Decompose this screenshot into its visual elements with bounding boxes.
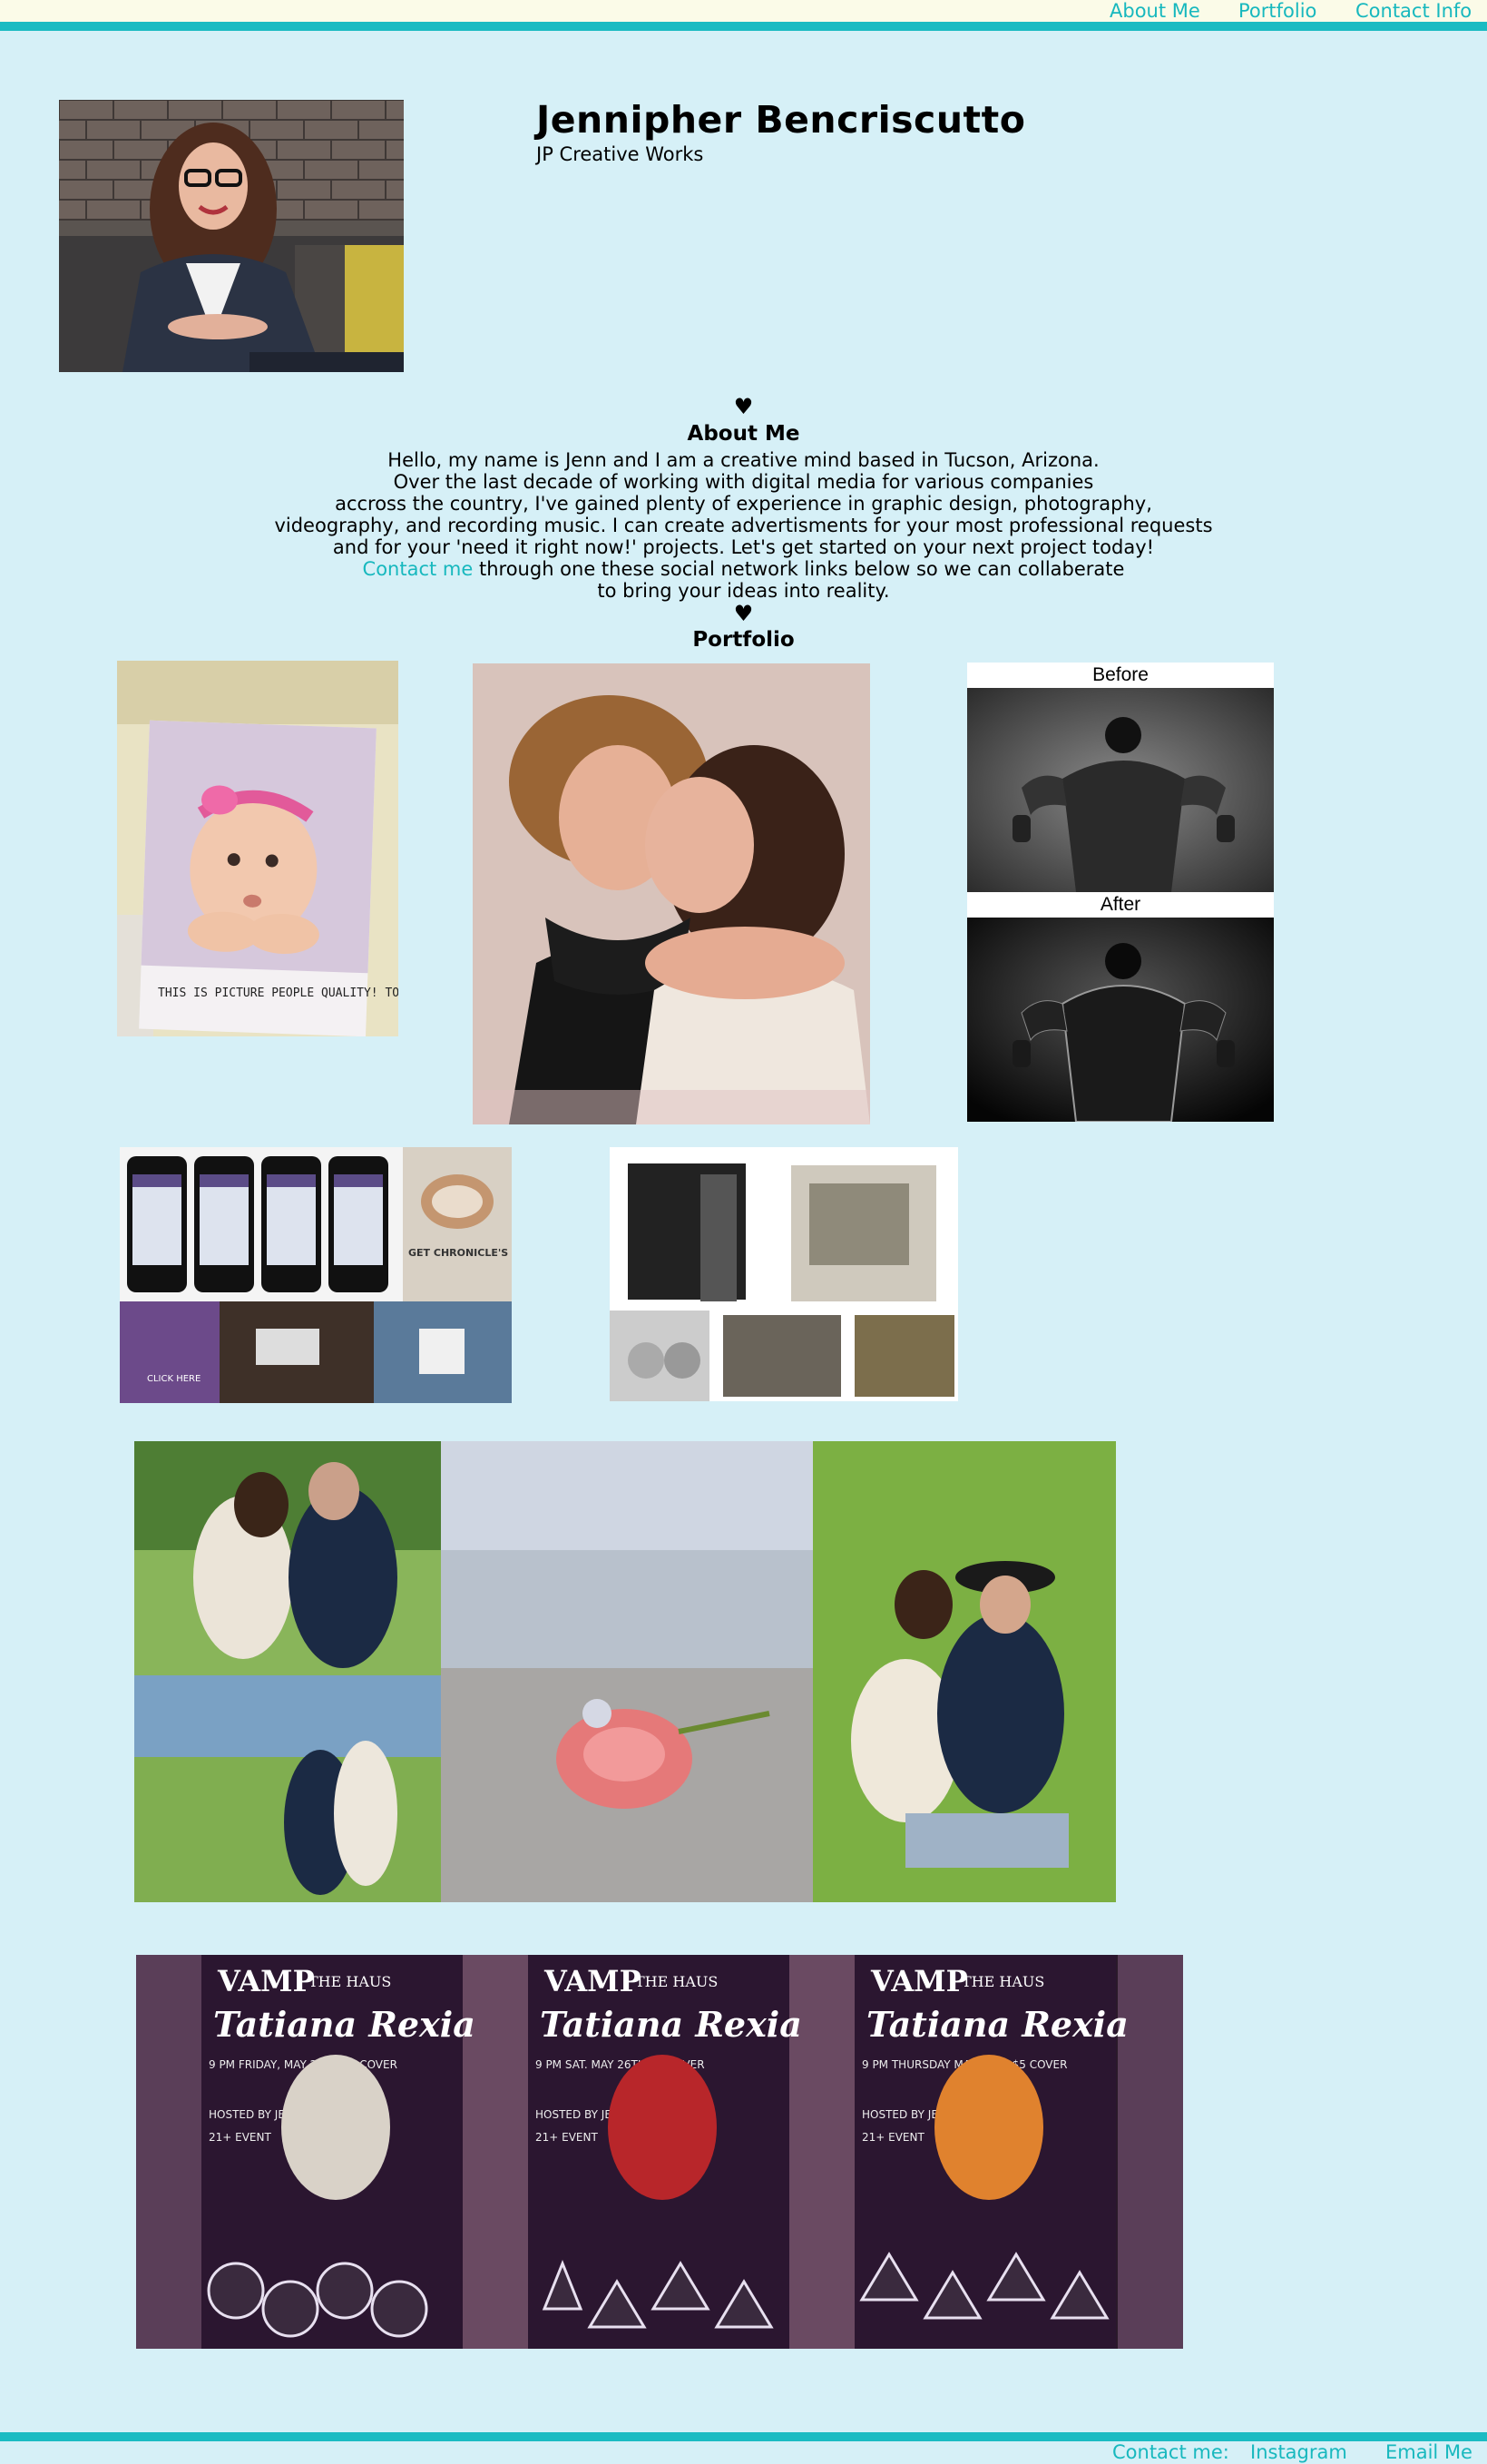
poster-3-haus: THE HAUS bbox=[962, 1973, 1044, 1990]
poster-1-date: 9 PM FRIDAY, MAY 26TH $5 COVER bbox=[209, 2058, 397, 2071]
portfolio-baby-photo[interactable]: THIS IS PICTURE PEOPLE QUALITY! TOO CUTE… bbox=[117, 661, 398, 1036]
about-line-3: accross the country, I've gained plenty … bbox=[335, 493, 1152, 515]
profile-photo bbox=[59, 100, 404, 372]
card-promo-text: GET CHRONICLE'S CARD bbox=[408, 1247, 512, 1259]
footer-instagram-link[interactable]: Instagram bbox=[1250, 2441, 1347, 2464]
card-click-text: CLICK HERE bbox=[147, 1374, 201, 1384]
about-line-5: and for your 'need it right now!' projec… bbox=[332, 536, 1155, 558]
about-line-2: Over the last decade of working with dig… bbox=[393, 471, 1094, 493]
poster-2-title: Tatiana Rexia bbox=[540, 2004, 802, 2045]
poster-2-event: 21+ EVENT bbox=[535, 2131, 598, 2144]
about-line-4: videography, and recording music. I can … bbox=[274, 515, 1213, 536]
nav-link-about-me[interactable]: About Me bbox=[1110, 0, 1200, 22]
poster-1-vamp: VAMP bbox=[217, 1964, 315, 1998]
poster-3-title: Tatiana Rexia bbox=[866, 2004, 1129, 2045]
poster-3-vamp: VAMP bbox=[870, 1964, 968, 1998]
portfolio-engagement-collage[interactable] bbox=[134, 1441, 1116, 1902]
contact-me-link[interactable]: Contact me bbox=[363, 558, 474, 580]
about-line-7: to bring your ideas into reality. bbox=[597, 580, 890, 602]
heart-divider-icon: ♥ bbox=[733, 601, 754, 626]
portfolio-cd-packaging-collage[interactable] bbox=[610, 1147, 958, 1401]
about-line-6-text: through one these social network links b… bbox=[473, 558, 1125, 580]
poster-1-haus: THE HAUS bbox=[308, 1973, 391, 1990]
footer-divider bbox=[0, 2432, 1487, 2441]
footer-contact-label: Contact me: bbox=[1112, 2441, 1229, 2463]
nav-link-portfolio[interactable]: Portfolio bbox=[1238, 0, 1316, 22]
company-subtitle: JP Creative Works bbox=[536, 143, 704, 165]
before-photo[interactable] bbox=[967, 688, 1274, 892]
about-me-heading: About Me bbox=[687, 422, 800, 446]
about-line-1: Hello, my name is Jenn and I am a creati… bbox=[387, 449, 1100, 471]
portfolio-couple-photo[interactable] bbox=[473, 663, 870, 1124]
page-title: Jennipher Bencriscutto bbox=[536, 98, 1026, 142]
portfolio-app-card-collage[interactable]: GET CHRONICLE'S CARD CLICK HERE bbox=[120, 1147, 512, 1403]
after-photo[interactable] bbox=[967, 918, 1274, 1122]
poster-2-haus: THE HAUS bbox=[635, 1973, 718, 1990]
poster-1-title: Tatiana Rexia bbox=[213, 2004, 475, 2045]
heart-divider-icon: ♥ bbox=[733, 394, 754, 419]
after-label: After bbox=[967, 892, 1274, 918]
footer-email-link[interactable]: Email Me bbox=[1385, 2441, 1472, 2464]
poster-3-event: 21+ EVENT bbox=[862, 2131, 924, 2144]
nav-link-contact-info[interactable]: Contact Info bbox=[1355, 0, 1472, 22]
poster-1-event: 21+ EVENT bbox=[209, 2131, 271, 2144]
about-line-6: Contact me through one these social netw… bbox=[0, 558, 1487, 580]
portfolio-heading: Portfolio bbox=[692, 628, 795, 652]
baby-photo-caption: THIS IS PICTURE PEOPLE QUALITY! TOO CUTE… bbox=[158, 987, 398, 1000]
poster-2-vamp: VAMP bbox=[543, 1964, 641, 1998]
portfolio-event-posters[interactable]: VAMP THE HAUS Tatiana Rexia VAMP THE HAU… bbox=[136, 1955, 1183, 2349]
before-label: Before bbox=[967, 663, 1274, 688]
top-nav-divider bbox=[0, 22, 1487, 31]
